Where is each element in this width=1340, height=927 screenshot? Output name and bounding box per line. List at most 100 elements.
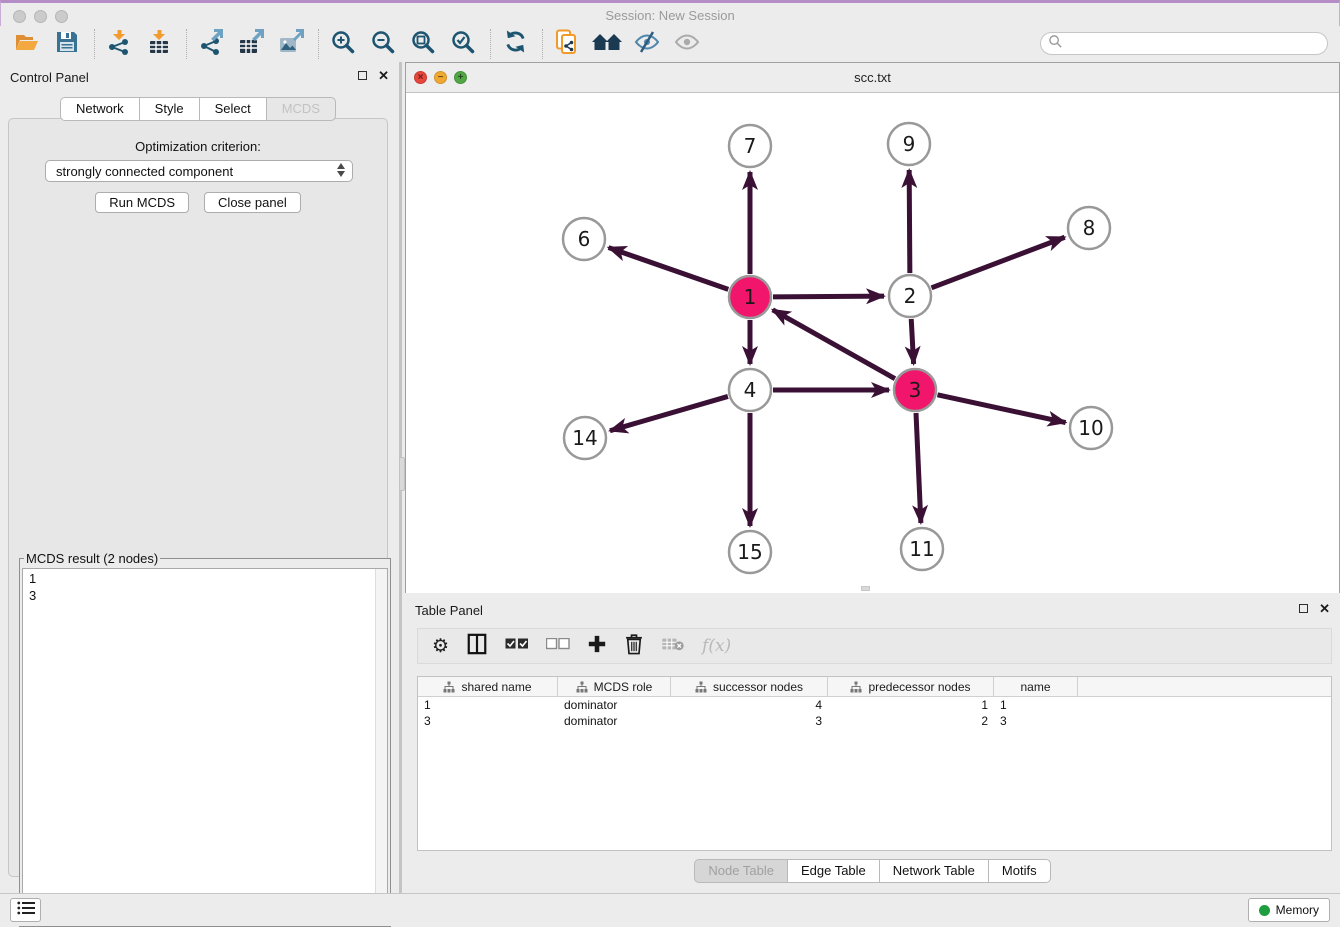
tab-mcds[interactable]: MCDS xyxy=(266,97,336,121)
toolbar-separator xyxy=(186,29,188,59)
close-panel-button[interactable]: Close panel xyxy=(204,192,301,213)
task-history-button[interactable] xyxy=(10,898,41,922)
graph-edge-4-14[interactable] xyxy=(610,396,728,430)
delete-table-button[interactable] xyxy=(661,634,685,658)
hierarchy-icon xyxy=(443,681,455,693)
graph-node-label-10: 10 xyxy=(1078,416,1103,440)
tab-style[interactable]: Style xyxy=(139,97,199,121)
toolbar-separator xyxy=(490,29,492,59)
zoom-selected-button[interactable] xyxy=(448,29,478,59)
hierarchy-icon xyxy=(695,681,707,693)
open-session-button[interactable] xyxy=(12,29,42,59)
zoom-out-button[interactable] xyxy=(368,29,398,59)
table-settings-button[interactable]: ⚙ xyxy=(432,634,449,658)
toolbar-separator xyxy=(318,29,320,59)
import-table-button[interactable] xyxy=(144,29,174,59)
float-table-panel-icon[interactable] xyxy=(1299,604,1308,613)
mcds-result-scrollbar[interactable] xyxy=(375,569,387,923)
zoom-in-button[interactable] xyxy=(328,29,358,59)
tab-select[interactable]: Select xyxy=(199,97,266,121)
graph-node-label-6: 6 xyxy=(578,227,591,251)
show-all-button[interactable] xyxy=(672,29,702,59)
show-columns-button[interactable] xyxy=(466,634,488,658)
save-session-button[interactable] xyxy=(52,29,82,59)
column-header-predecessor-nodes[interactable]: predecessor nodes xyxy=(828,677,994,696)
search-input[interactable] xyxy=(1067,36,1327,52)
mcds-panel-body: Optimization criterion: strongly connect… xyxy=(8,118,388,877)
select-all-rows-button[interactable] xyxy=(505,634,529,658)
tab-edge-table[interactable]: Edge Table xyxy=(787,859,879,883)
graph-edge-2-9[interactable] xyxy=(909,170,910,273)
column-header-name[interactable]: name xyxy=(994,677,1078,696)
import-network-button[interactable] xyxy=(104,29,134,59)
status-bar: Memory xyxy=(0,893,1340,926)
apply-function-button[interactable]: f(x) xyxy=(702,634,731,658)
panel-splitter-handle[interactable] xyxy=(399,457,405,491)
select-stepper-icon xyxy=(337,163,345,177)
export-image-icon xyxy=(278,29,304,60)
graph-edge-2-3[interactable] xyxy=(911,319,913,364)
tab-network-table[interactable]: Network Table xyxy=(879,859,988,883)
tab-network[interactable]: Network xyxy=(60,97,139,121)
run-mcds-button[interactable]: Run MCDS xyxy=(95,192,189,213)
first-neighbors-button[interactable] xyxy=(592,29,622,59)
canvas-hscroll-thumb[interactable] xyxy=(861,586,870,591)
network-window-titlebar[interactable]: × − + scc.txt xyxy=(406,63,1339,93)
gear-icon: ⚙ xyxy=(432,637,449,656)
hierarchy-icon xyxy=(576,681,588,693)
graph-edge-3-1[interactable] xyxy=(773,310,895,379)
control-panel-tabs: Network Style Select MCDS xyxy=(0,97,396,121)
graph-edge-2-8[interactable] xyxy=(932,237,1065,288)
refresh-button[interactable] xyxy=(500,29,530,59)
table-toolbar: ⚙ f(x) xyxy=(417,628,1332,664)
column-header-shared-name[interactable]: shared name xyxy=(418,677,558,696)
memory-button-label: Memory xyxy=(1276,903,1319,917)
close-panel-icon[interactable]: ✕ xyxy=(378,70,389,81)
deselect-all-rows-button[interactable] xyxy=(546,634,570,658)
network-file-button[interactable] xyxy=(552,29,582,59)
graph-edge-3-10[interactable] xyxy=(937,395,1065,423)
list-icon xyxy=(17,901,35,920)
graph-node-label-9: 9 xyxy=(903,132,916,156)
main-toolbar xyxy=(0,26,1340,62)
network-view-window: × − + scc.txt 7968124314101511 xyxy=(405,62,1340,593)
table-row[interactable]: 1 dominator 4 1 1 xyxy=(418,697,1331,713)
tab-motifs[interactable]: Motifs xyxy=(988,859,1051,883)
table-panel: Table Panel ✕ ⚙ f(x) shared name MCDS ro… xyxy=(405,595,1340,890)
export-table-button[interactable] xyxy=(236,29,266,59)
export-table-icon xyxy=(238,29,264,60)
houses-icon xyxy=(592,30,622,59)
mcds-result-group: MCDS result (2 nodes) 1 3 xyxy=(19,551,391,927)
export-image-button[interactable] xyxy=(276,29,306,59)
search-box[interactable] xyxy=(1040,32,1328,55)
column-header-mcds-role[interactable]: MCDS role xyxy=(558,677,671,696)
tab-node-table[interactable]: Node Table xyxy=(694,859,787,883)
table-row[interactable]: 3 dominator 3 2 3 xyxy=(418,713,1331,729)
graph-node-label-15: 15 xyxy=(737,540,762,564)
unchecked-boxes-icon xyxy=(546,637,570,655)
zoom-out-icon xyxy=(370,29,396,60)
column-header-successor-nodes[interactable]: successor nodes xyxy=(671,677,828,696)
zoom-in-icon xyxy=(330,29,356,60)
optimization-criterion-select[interactable]: strongly connected component xyxy=(45,160,353,182)
close-table-panel-icon[interactable]: ✕ xyxy=(1319,603,1330,614)
graph-edge-1-6[interactable] xyxy=(609,248,729,290)
add-column-button[interactable] xyxy=(587,634,607,658)
graph-node-label-8: 8 xyxy=(1083,216,1096,240)
graph-edge-3-11[interactable] xyxy=(916,413,921,523)
delete-column-button[interactable] xyxy=(624,634,644,658)
export-network-button[interactable] xyxy=(196,29,226,59)
network-canvas[interactable]: 7968124314101511 xyxy=(406,93,1339,593)
graph-node-label-1: 1 xyxy=(744,285,757,309)
memory-button[interactable]: Memory xyxy=(1248,898,1330,922)
cell-name: 1 xyxy=(994,697,1078,713)
control-panel-header: Control Panel ✕ xyxy=(0,62,399,92)
hide-selected-button[interactable] xyxy=(632,29,662,59)
trash-icon xyxy=(624,633,644,660)
zoom-fit-icon xyxy=(410,29,436,60)
graph-edge-1-2[interactable] xyxy=(773,296,884,297)
zoom-fit-button[interactable] xyxy=(408,29,438,59)
float-panel-icon[interactable] xyxy=(358,71,367,80)
refresh-icon xyxy=(503,29,528,59)
mcds-result-area[interactable]: 1 3 xyxy=(22,568,388,924)
